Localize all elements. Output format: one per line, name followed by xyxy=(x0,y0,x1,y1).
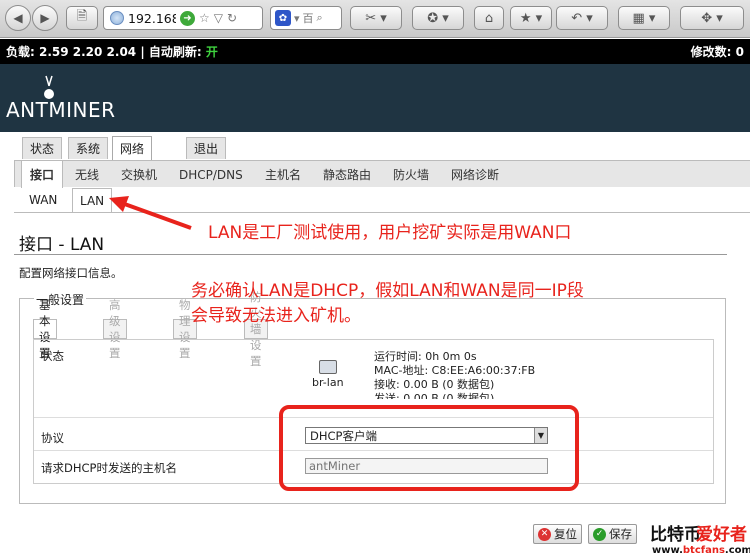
grid-icon: ▦ ▾ xyxy=(632,10,656,26)
brand-header: ANTMINER xyxy=(0,64,750,132)
addon-icon: ✪ ▾ xyxy=(427,10,449,26)
search-icon[interactable]: ⌕ xyxy=(317,11,323,25)
uptime-line: 运行时间: 0h 0m 0s xyxy=(374,350,477,363)
tab-wan[interactable]: WAN xyxy=(22,188,64,212)
subtab-wireless[interactable]: 无线 xyxy=(67,161,107,188)
subtab-firewall[interactable]: 防火墙 xyxy=(385,161,437,188)
search-label: 百 xyxy=(302,12,314,25)
watermark-text-1: 比特币 xyxy=(650,525,701,545)
addon-button[interactable]: ✪ ▾ xyxy=(412,6,464,30)
forward-arrow-icon: ▶ xyxy=(40,11,50,25)
reset-icon: ✕ xyxy=(538,527,551,541)
router-status-bar: 负载: 2.59 2.20 2.04 | 自动刷新: 开 修改数: 0 xyxy=(0,39,750,64)
baidu-icon: ✿ xyxy=(275,10,291,26)
reset-button[interactable]: ✕ 复位 xyxy=(533,524,582,544)
brand-logo: ANTMINER xyxy=(6,98,116,122)
back-button[interactable]: ◀ xyxy=(5,5,31,31)
tab-system[interactable]: 系统 xyxy=(68,137,109,159)
tab-status[interactable]: 状态 xyxy=(22,137,63,159)
star-icon[interactable]: ☆ xyxy=(199,11,210,25)
screenshot-button[interactable]: ✂ ▾ xyxy=(350,6,402,30)
status-separator: | xyxy=(140,44,145,59)
reload-icon[interactable]: ↻ xyxy=(227,11,237,25)
tab-advanced-settings[interactable]: 高级设置 xyxy=(103,298,127,360)
reset-label: 复位 xyxy=(554,527,577,541)
forward-button[interactable]: ▶ xyxy=(32,5,58,31)
dropdown-icon[interactable]: ▽ xyxy=(214,11,223,25)
changes-count[interactable]: 修改数: 0 xyxy=(691,43,744,60)
subtab-static-routes[interactable]: 静态路由 xyxy=(315,161,379,188)
network-sub-tabs: 接口 无线 交换机 DHCP/DNS 主机名 静态路由 防火墙 网络诊断 xyxy=(14,160,750,188)
save-button[interactable]: ✓ 保存 xyxy=(588,524,637,544)
tx-line: 发送: 0.00 B (0 数据包) xyxy=(374,392,495,399)
tab-network[interactable]: 网络 xyxy=(112,136,153,160)
watermark-url: www.btcfans.com xyxy=(652,545,750,556)
annotation-note-3: 会导致无法进入矿机。 xyxy=(191,306,361,326)
search-bar[interactable]: ✿ ▾ 百 ⌕ xyxy=(270,6,342,30)
annotation-note-2: 务必确认LAN是DHCP，假如LAN和WAN是同一IP段 xyxy=(191,281,584,301)
tab-basic-settings[interactable]: 基本设置 xyxy=(33,298,57,360)
annotation-highlight-box xyxy=(279,405,579,491)
go-icon[interactable]: ➜ xyxy=(180,10,195,26)
home-button[interactable]: ⌂ xyxy=(474,6,504,30)
network-device-icon xyxy=(318,360,337,374)
mac-line: MAC-地址: C8:EE:A6:00:37:FB xyxy=(374,364,536,377)
title-divider xyxy=(14,254,727,255)
save-label: 保存 xyxy=(609,527,632,541)
subtab-dhcp-dns[interactable]: DHCP/DNS xyxy=(171,161,251,188)
annotation-note-1: LAN是工厂测试使用，用户挖矿实际是用WAN口 xyxy=(208,223,572,243)
bookmark-star-icon: ★ ▾ xyxy=(519,10,543,26)
status-info: 运行时间: 0h 0m 0s MAC-地址: C8:EE:A6:00:37:FB… xyxy=(374,350,535,399)
subtab-switch[interactable]: 交换机 xyxy=(113,161,165,188)
device-name: br-lan xyxy=(312,376,344,389)
auto-refresh-toggle[interactable]: 开 xyxy=(206,43,218,60)
subtab-diagnostics[interactable]: 网络诊断 xyxy=(443,161,507,188)
device-indicator: br-lan xyxy=(312,360,344,389)
watermark-text-2: 爱好者 xyxy=(696,525,747,545)
top-tabs: 状态 系统 网络 退出 xyxy=(0,132,750,160)
rx-line: 接收: 0.00 B (0 数据包) xyxy=(374,378,495,391)
hostname-label: 请求DHCP时发送的主机名 xyxy=(41,461,177,475)
undo-icon: ↶ ▾ xyxy=(571,10,593,26)
annotation-arrow-icon xyxy=(109,196,192,230)
page-title: 接口 - LAN xyxy=(19,235,105,255)
bookmarks-button[interactable]: ★ ▾ xyxy=(510,6,552,30)
page-icon-button[interactable]: 🗎 xyxy=(66,6,98,30)
home-icon: ⌂ xyxy=(484,10,494,26)
protocol-label: 协议 xyxy=(41,431,64,445)
watermark: 比特币 爱好者 www.btcfans.com xyxy=(648,520,750,560)
load-text: 负载: 2.59 2.20 2.04 xyxy=(6,45,137,59)
back-arrow-icon: ◀ xyxy=(13,11,23,25)
page-icon: 🗎 xyxy=(76,9,88,24)
apps-button[interactable]: ▦ ▾ xyxy=(618,6,670,30)
subtab-interfaces[interactable]: 接口 xyxy=(21,161,64,188)
url-bar[interactable]: 192.168 ➜ ☆ ▽ ↻ xyxy=(103,6,263,30)
tab-logout[interactable]: 退出 xyxy=(186,137,227,159)
save-check-icon: ✓ xyxy=(593,527,606,541)
search-engine-dropdown-icon[interactable]: ▾ xyxy=(294,12,300,25)
tools-button[interactable]: ✥ ▾ xyxy=(680,6,744,30)
status-label: 状态 xyxy=(41,349,64,363)
tools-icon: ✥ ▾ xyxy=(701,10,723,26)
auto-refresh-label: 自动刷新: xyxy=(148,45,202,59)
page-description: 配置网络接口信息。 xyxy=(19,266,123,280)
url-text: 192.168 xyxy=(128,10,176,26)
subtab-hostnames[interactable]: 主机名 xyxy=(257,161,309,188)
browser-toolbar: ◀ ▶ 🗎 192.168 ➜ ☆ ▽ ↻ ✿ ▾ 百 ⌕ ✂ ▾ ✪ ▾ ⌂ … xyxy=(0,0,750,38)
undo-button[interactable]: ↶ ▾ xyxy=(556,6,608,30)
globe-icon xyxy=(110,11,124,25)
scissors-icon: ✂ ▾ xyxy=(365,10,387,26)
